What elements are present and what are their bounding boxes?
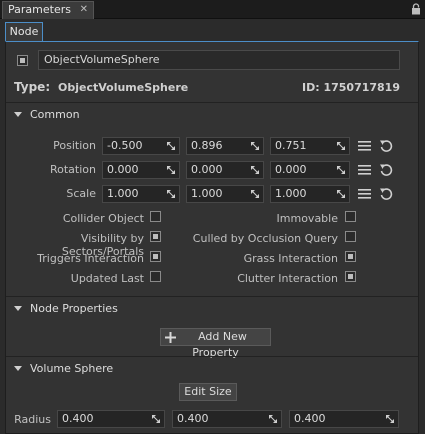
node-name-input[interactable]: ObjectVolumeSphere [38,50,400,70]
drag-arrows-icon[interactable] [250,189,260,199]
menu-icon[interactable] [358,189,371,199]
collider-object-label: Collider Object [62,212,144,225]
rotation-z-input[interactable]: 0.000 [270,161,350,179]
radius-z-value: 0.400 [294,412,326,425]
position-z-input[interactable]: 0.751 [270,137,350,155]
scale-x-input[interactable]: 1.000 [102,185,180,203]
drag-arrows-icon[interactable] [336,189,346,199]
triggers-interaction-checkbox[interactable] [150,251,161,262]
section-common-header[interactable]: Common [6,104,418,126]
radius-y-input[interactable]: 0.400 [172,410,282,428]
clutter-interaction-checkbox[interactable] [345,271,356,282]
immovable-label: Immovable [276,212,338,225]
radius-x-input[interactable]: 0.400 [57,410,165,428]
type-value: ObjectVolumeSphere [58,81,189,94]
position-label: Position [53,139,96,152]
culled-occlusion-checkbox[interactable] [345,231,356,242]
immovable-checkbox[interactable] [345,211,356,222]
rotation-label: Rotation [49,163,96,176]
scale-y-input[interactable]: 1.000 [186,185,264,203]
drag-arrows-icon[interactable] [268,414,278,424]
reset-icon[interactable] [379,139,393,153]
position-z-value: 0.751 [275,139,307,152]
section-node-properties-header[interactable]: Node Properties [6,298,418,320]
collider-object-checkbox[interactable] [150,211,161,222]
node-enabled-checkbox[interactable] [17,55,28,66]
position-x-input[interactable]: -0.500 [102,137,180,155]
id-value: 1750717819 [323,81,400,94]
visibility-sectors-checkbox[interactable] [150,231,161,242]
chevron-down-icon [14,366,22,371]
scale-y-value: 1.000 [191,187,223,200]
drag-arrows-icon[interactable] [385,414,395,424]
panel-tab-bar: Parameters ✕ [0,0,425,19]
rotation-x-input[interactable]: 0.000 [102,161,180,179]
add-new-property-label: Add New Property [192,330,247,359]
section-volume-sphere-header[interactable]: Volume Sphere [6,358,418,380]
plus-icon [165,332,176,343]
radius-z-input[interactable]: 0.400 [289,410,399,428]
drag-arrows-icon[interactable] [166,141,176,151]
radius-y-value: 0.400 [177,412,209,425]
id-label: ID: [301,81,320,94]
divider [6,296,418,297]
triggers-interaction-label: Triggers Interaction [37,252,144,265]
drag-arrows-icon[interactable] [166,189,176,199]
reset-icon[interactable] [379,163,393,177]
tab-parameters[interactable]: Parameters ✕ [2,1,94,19]
scale-x-value: 1.000 [107,187,139,200]
chevron-down-icon [14,306,22,311]
sub-tab-bar: Node [0,19,425,42]
rotation-x-value: 0.000 [107,163,139,176]
reset-icon[interactable] [379,187,393,201]
drag-arrows-icon[interactable] [151,414,161,424]
scale-label: Scale [66,187,96,200]
drag-arrows-icon[interactable] [336,165,346,175]
scale-z-input[interactable]: 1.000 [270,185,350,203]
tab-parameters-label: Parameters [8,3,71,16]
grass-interaction-checkbox[interactable] [345,251,356,262]
tab-node[interactable]: Node [5,22,43,42]
divider [6,356,418,357]
node-id: ID: 1750717819 [302,81,400,94]
menu-icon[interactable] [358,165,371,175]
grass-interaction-label: Grass Interaction [243,252,338,265]
drag-arrows-icon[interactable] [166,165,176,175]
radius-label: Radius [14,413,51,426]
position-x-value: -0.500 [107,139,143,152]
type-label: Type: [14,80,51,94]
drag-arrows-icon[interactable] [336,141,346,151]
rotation-y-value: 0.000 [191,163,223,176]
radius-x-value: 0.400 [62,412,94,425]
position-y-input[interactable]: 0.896 [186,137,264,155]
menu-icon[interactable] [358,141,371,151]
updated-last-checkbox[interactable] [150,271,161,282]
updated-last-label: Updated Last [70,272,144,285]
add-new-property-button[interactable]: Add New Property [160,328,271,359]
section-node-properties-title: Node Properties [30,302,118,315]
drag-arrows-icon[interactable] [250,165,260,175]
section-volume-sphere-title: Volume Sphere [30,362,114,375]
close-icon[interactable]: ✕ [80,2,88,18]
divider [6,102,418,103]
rotation-y-input[interactable]: 0.000 [186,161,264,179]
section-common-title: Common [30,108,80,121]
position-y-value: 0.896 [191,139,223,152]
lock-icon[interactable] [411,3,421,15]
chevron-down-icon [14,112,22,117]
node-panel: ObjectVolumeSphere Type: ObjectVolumeSph… [5,41,419,434]
clutter-interaction-label: Clutter Interaction [237,272,338,285]
rotation-z-value: 0.000 [275,163,307,176]
drag-arrows-icon[interactable] [250,141,260,151]
culled-occlusion-label: Culled by Occlusion Query [192,232,338,245]
edit-size-button[interactable]: Edit Size [179,383,237,401]
scale-z-value: 1.000 [275,187,307,200]
